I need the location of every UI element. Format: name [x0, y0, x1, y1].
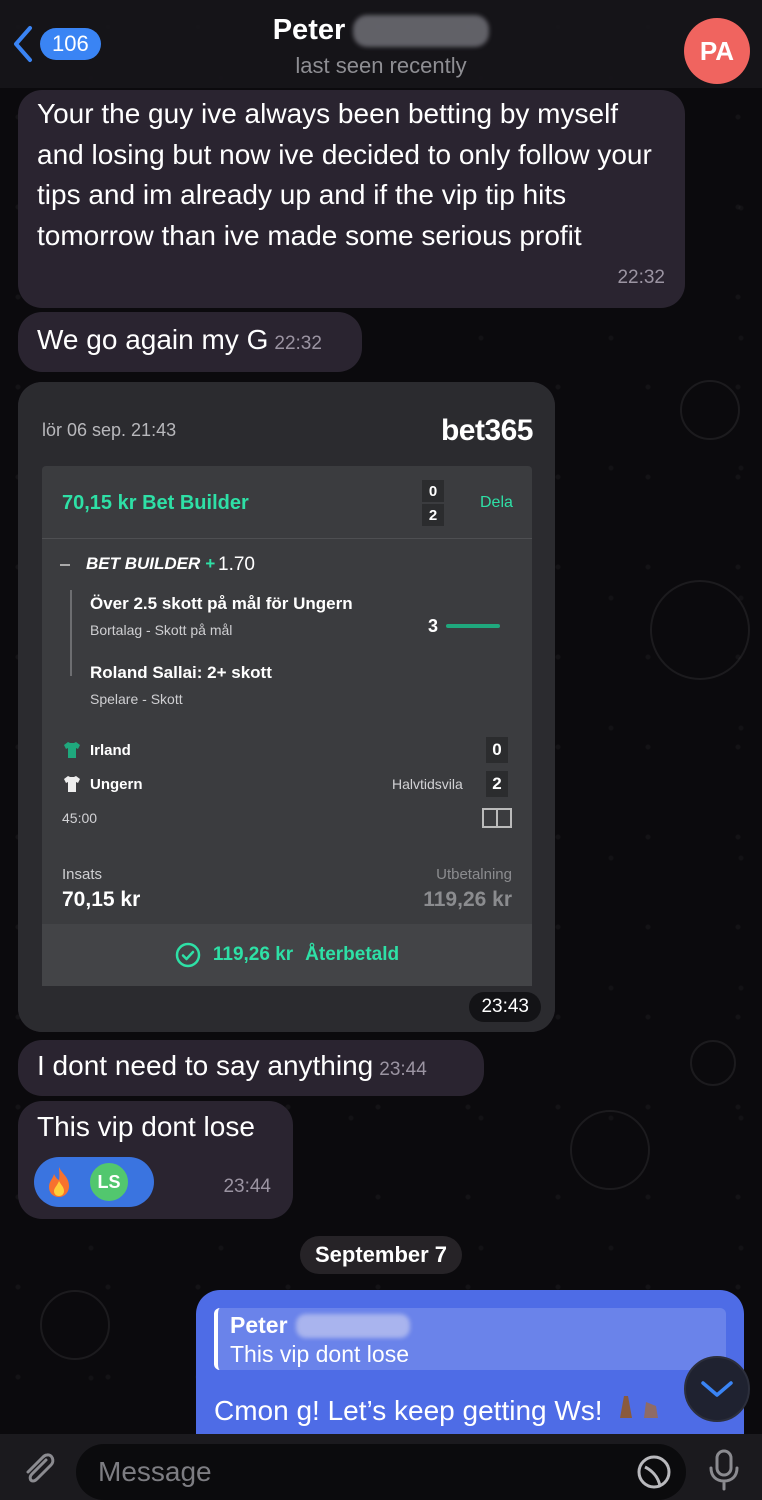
- microphone-icon[interactable]: [704, 1448, 744, 1492]
- match-clock: 45:00: [62, 810, 98, 826]
- paperclip-icon[interactable]: [18, 1448, 58, 1488]
- team-score: 0: [486, 737, 508, 763]
- chat-header: 106 Peter last seen recently PA: [0, 0, 762, 88]
- collapse-dash-icon: [60, 564, 70, 566]
- message-time: 22:32: [274, 333, 322, 354]
- message-time: 23:44: [223, 1175, 271, 1197]
- chat-title-area[interactable]: Peter last seen recently: [0, 14, 762, 79]
- incoming-message[interactable]: Your the guy ive always been betting by …: [18, 90, 685, 308]
- payout-value: 119,26 kr: [423, 888, 512, 911]
- incoming-message[interactable]: We go again my G 22:32: [18, 312, 362, 372]
- scroll-down-button[interactable]: [684, 1356, 750, 1422]
- legs-line: [70, 590, 72, 676]
- divider: [42, 538, 532, 539]
- team-name: Irland: [90, 741, 131, 759]
- leg-title: Roland Sallai: 2+ skott: [90, 663, 272, 682]
- praying-hands-emoji-icon: [620, 1396, 659, 1418]
- bet-card: 70,15 kr Bet Builder 0 2 Dela BET BUILDE…: [42, 466, 532, 986]
- message-text: We go again my G: [37, 324, 269, 355]
- check-circle-icon: [175, 942, 201, 968]
- reactor-avatar: LS: [88, 1161, 130, 1203]
- bet365-logo: bet365: [440, 414, 534, 447]
- team-score: 2: [486, 771, 508, 797]
- message-time: 23:44: [379, 1059, 427, 1080]
- leg-progress-bar: [446, 624, 500, 628]
- contact-name: Peter: [272, 14, 346, 46]
- redacted-surname: [353, 14, 490, 47]
- white-shirt-icon: [64, 776, 80, 792]
- image-message[interactable]: lör 06 sep. 21:43 bet365 70,15 kr Bet Bu…: [18, 382, 555, 1032]
- leg-subtitle: Spelare - Skott: [90, 691, 183, 707]
- chevron-down-icon: [701, 1381, 733, 1397]
- message-time: 22:32: [617, 266, 665, 288]
- reply-quote[interactable]: Peter This vip dont lose: [214, 1308, 726, 1370]
- payout-label: Utbetalning: [436, 866, 512, 883]
- bet-slip-screenshot: lör 06 sep. 21:43 bet365 70,15 kr Bet Bu…: [18, 382, 555, 1032]
- bet-odds: 1.70: [218, 554, 255, 575]
- outgoing-message[interactable]: Peter This vip dont lose Cmon g! Let’s k…: [196, 1290, 744, 1450]
- bet-date: lör 06 sep. 21:43: [42, 420, 177, 440]
- share-link: Dela: [480, 494, 513, 511]
- returned-bar: 119,26 kr Återbetald: [42, 924, 532, 986]
- message-text: This vip dont lose: [37, 1111, 255, 1142]
- stake-label: Insats: [62, 866, 103, 883]
- avatar[interactable]: PA: [684, 18, 750, 84]
- score-top: 0: [422, 480, 444, 502]
- bet-builder-label: BET BUILDER +: [86, 554, 215, 573]
- leg-subtitle: Bortalag - Skott på mål: [90, 622, 233, 638]
- contact-status: last seen recently: [295, 53, 467, 78]
- message-text: Your the guy ive always been betting by …: [37, 98, 652, 251]
- leg-title: Över 2.5 skott på mål för Ungern: [90, 594, 353, 613]
- bet-title: 70,15 kr Bet Builder: [62, 492, 249, 514]
- message-text: Cmon g! Let’s keep getting Ws!: [214, 1392, 670, 1427]
- message-time: 23:43: [469, 992, 541, 1022]
- match-status: Halvtidsvila: [392, 776, 463, 792]
- returned-amount: 119,26 kr: [212, 944, 294, 965]
- incoming-message[interactable]: This vip dont lose LS 23:44: [18, 1101, 293, 1219]
- message-input[interactable]: [76, 1444, 686, 1500]
- incoming-message[interactable]: I dont need to say anything 23:44: [18, 1040, 484, 1096]
- message-input-bar: [0, 1434, 762, 1500]
- redacted-surname: [295, 1313, 410, 1338]
- fire-emoji-icon: [49, 1167, 69, 1197]
- reaction-pill[interactable]: LS: [34, 1157, 154, 1207]
- green-shirt-icon: [64, 742, 80, 758]
- reply-author: Peter: [230, 1312, 288, 1338]
- message-text: I dont need to say anything: [37, 1050, 374, 1081]
- sticker-icon[interactable]: [636, 1454, 672, 1490]
- team-row: Irland: [62, 740, 131, 760]
- score-bottom: 2: [422, 504, 444, 526]
- stake-value: 70,15 kr: [62, 888, 141, 911]
- date-separator: September 7: [300, 1236, 462, 1274]
- team-name: Ungern: [90, 775, 143, 793]
- leg-progress-count: 3: [428, 616, 439, 636]
- reply-text: This vip dont lose: [230, 1341, 409, 1367]
- returned-label: Återbetald: [305, 944, 400, 965]
- pitch-icon: [482, 808, 512, 828]
- team-row: Ungern: [62, 774, 143, 794]
